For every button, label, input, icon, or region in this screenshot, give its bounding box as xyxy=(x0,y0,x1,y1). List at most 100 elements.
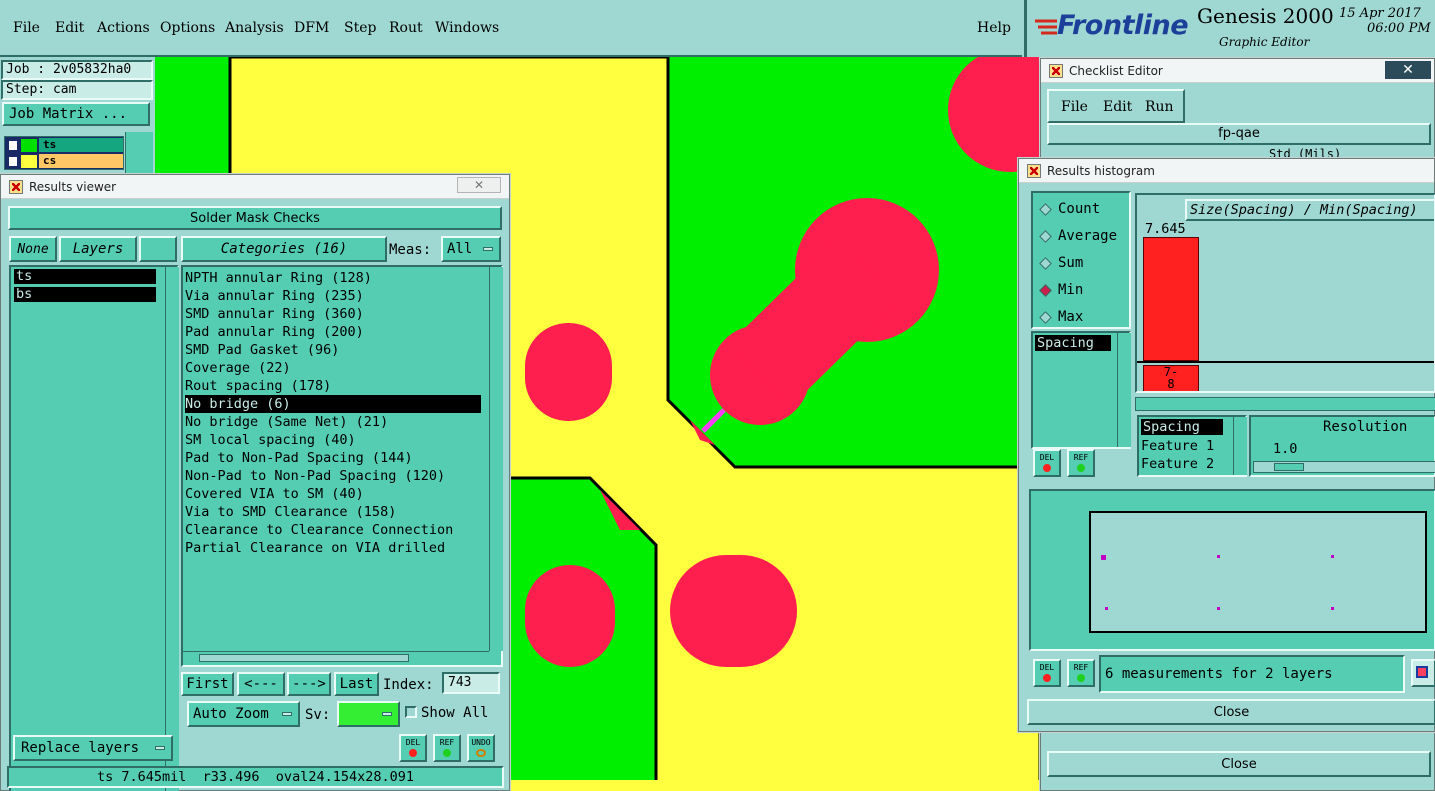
checklist-close-button[interactable]: Close xyxy=(1047,751,1431,777)
menu-help[interactable]: Help xyxy=(977,20,1011,36)
ref-button[interactable]: REF xyxy=(1067,659,1095,687)
menu-step[interactable]: Step xyxy=(344,20,376,36)
categories-button[interactable]: Categories (16) xyxy=(181,236,387,262)
list-item[interactable]: Clearance to Clearance Connection xyxy=(185,521,485,539)
list-item[interactable]: ts xyxy=(14,269,156,284)
list-item[interactable]: bs xyxy=(14,287,156,302)
list-item[interactable]: Non-Pad to Non-Pad Spacing (120) xyxy=(185,467,485,485)
last-button[interactable]: Last xyxy=(334,672,379,696)
list-item[interactable]: Rout spacing (178) xyxy=(185,377,485,395)
undo-button[interactable]: UNDO xyxy=(467,734,495,762)
layer-name-ts[interactable]: ts xyxy=(39,138,123,152)
list-item[interactable]: SMD Pad Gasket (96) xyxy=(185,341,485,359)
list-item[interactable]: Partial Clearance on VIA drilled xyxy=(185,539,485,557)
list-item-selected[interactable]: Spacing xyxy=(1035,335,1111,351)
menu-options[interactable]: Options xyxy=(160,20,215,36)
none-button[interactable]: None xyxy=(9,236,57,262)
ref-button[interactable]: REF xyxy=(1067,449,1095,477)
layer-checkbox[interactable] xyxy=(7,139,19,152)
chart-view-icon[interactable] xyxy=(1411,659,1435,687)
radio-count[interactable]: Count xyxy=(1039,201,1100,217)
close-icon[interactable]: ✕ xyxy=(457,177,501,193)
list-item[interactable]: Feature 2 xyxy=(1141,455,1214,473)
checklist-menu-file[interactable]: File xyxy=(1061,99,1088,115)
vertical-scrollbar[interactable] xyxy=(1117,333,1131,447)
category-items: NPTH annular Ring (128) Via annular Ring… xyxy=(185,269,485,557)
radio-max[interactable]: Max xyxy=(1039,309,1083,325)
first-button[interactable]: First xyxy=(181,672,234,696)
category-list: NPTH annular Ring (128) Via annular Ring… xyxy=(181,265,503,667)
list-item[interactable]: Feature 1 xyxy=(1141,437,1214,455)
blank-button[interactable] xyxy=(139,236,177,262)
replace-layers-select[interactable]: Replace layers xyxy=(13,735,173,761)
results-viewer-titlebar: Results viewer xyxy=(1,175,509,199)
histogram-bar[interactable] xyxy=(1143,237,1199,361)
layer-checkbox[interactable] xyxy=(7,155,19,168)
section-heading: Solder Mask Checks xyxy=(8,206,502,230)
frontline-logo: Frontline xyxy=(1057,10,1189,41)
list-item[interactable]: Pad to Non-Pad Spacing (144) xyxy=(185,449,485,467)
job-matrix-button[interactable]: Job Matrix ... xyxy=(2,102,150,126)
preview-point xyxy=(1217,555,1220,558)
results-viewer-window: Results viewer ✕ Solder Mask Checks None… xyxy=(0,174,510,791)
list-item[interactable]: SMD annular Ring (360) xyxy=(185,305,485,323)
list-item[interactable]: Pad annular Ring (200) xyxy=(185,323,485,341)
next-button[interactable]: ---> xyxy=(287,672,331,696)
horizontal-scrollbar[interactable] xyxy=(183,651,489,665)
scroll-thumb[interactable] xyxy=(199,654,409,662)
checklist-menu-edit[interactable]: Edit xyxy=(1103,99,1132,115)
del-button[interactable]: DEL xyxy=(1033,449,1061,477)
menu-rout[interactable]: Rout xyxy=(389,20,423,36)
list-item[interactable]: Via annular Ring (235) xyxy=(185,287,485,305)
list-item[interactable]: Covered VIA to SM (40) xyxy=(185,485,485,503)
zoom-select[interactable]: Auto Zoom xyxy=(187,701,300,727)
prev-button[interactable]: <--- xyxy=(237,672,285,696)
list-item-selected[interactable]: Spacing xyxy=(1141,419,1223,435)
show-all-checkbox[interactable] xyxy=(405,706,417,718)
green-dot-icon xyxy=(1077,464,1085,472)
horizontal-scrollbar[interactable] xyxy=(1135,397,1435,411)
menu-analysis[interactable]: Analysis xyxy=(225,20,284,36)
layers-button[interactable]: Layers xyxy=(59,236,137,262)
layer-scroll[interactable] xyxy=(125,132,153,178)
meas-select[interactable]: All xyxy=(441,236,501,262)
radio-average[interactable]: Average xyxy=(1039,228,1117,244)
list-item[interactable]: SM local spacing (40) xyxy=(185,431,485,449)
radio-min[interactable]: Min xyxy=(1039,282,1083,298)
menu-dfm[interactable]: DFM xyxy=(294,20,329,36)
measurement-summary: 6 measurements for 2 layers xyxy=(1099,655,1405,693)
sv-label: Sv: xyxy=(305,707,331,723)
radio-sum[interactable]: Sum xyxy=(1039,255,1083,271)
slider-thumb[interactable] xyxy=(1274,463,1304,471)
sv-color-select[interactable] xyxy=(337,701,400,727)
menu-file[interactable]: File xyxy=(13,20,40,36)
vertical-scrollbar[interactable] xyxy=(165,267,179,791)
del-button[interactable]: DEL xyxy=(1033,659,1061,687)
resolution-slider[interactable] xyxy=(1253,461,1435,473)
menu-windows[interactable]: Windows xyxy=(435,20,499,36)
resolution-panel: Resolution 1.0 xyxy=(1249,415,1435,477)
time-display: 06:00 PM xyxy=(1367,21,1431,36)
mode-radio-group: Count Average Sum Min Max xyxy=(1031,191,1131,329)
index-input[interactable]: 743 xyxy=(442,672,500,694)
close-icon[interactable]: ✕ xyxy=(1385,61,1431,79)
layer-name-cs[interactable]: cs xyxy=(39,154,123,168)
checklist-menubar: File Edit Run xyxy=(1047,89,1185,123)
menu-actions[interactable]: Actions xyxy=(97,20,150,36)
ref-label: REF xyxy=(1073,453,1089,462)
menu-edit[interactable]: Edit xyxy=(55,20,84,36)
green-dot-icon xyxy=(1077,674,1085,682)
checklist-menu-run[interactable]: Run xyxy=(1145,99,1174,115)
ref-button[interactable]: REF xyxy=(433,734,461,762)
del-button[interactable]: DEL xyxy=(399,734,427,762)
vertical-scrollbar[interactable] xyxy=(1233,417,1247,475)
list-item[interactable]: No bridge (Same Net) (21) xyxy=(185,413,485,431)
list-item[interactable]: NPTH annular Ring (128) xyxy=(185,269,485,287)
list-item[interactable]: Via to SMD Clearance (158) xyxy=(185,503,485,521)
list-item-selected[interactable]: No bridge (6) xyxy=(185,395,481,413)
histogram-close-button[interactable]: Close xyxy=(1027,699,1435,725)
preview-point xyxy=(1217,607,1220,610)
list-item[interactable]: Coverage (22) xyxy=(185,359,485,377)
layer-color-swatch xyxy=(21,155,37,168)
vertical-scrollbar[interactable] xyxy=(489,267,503,651)
